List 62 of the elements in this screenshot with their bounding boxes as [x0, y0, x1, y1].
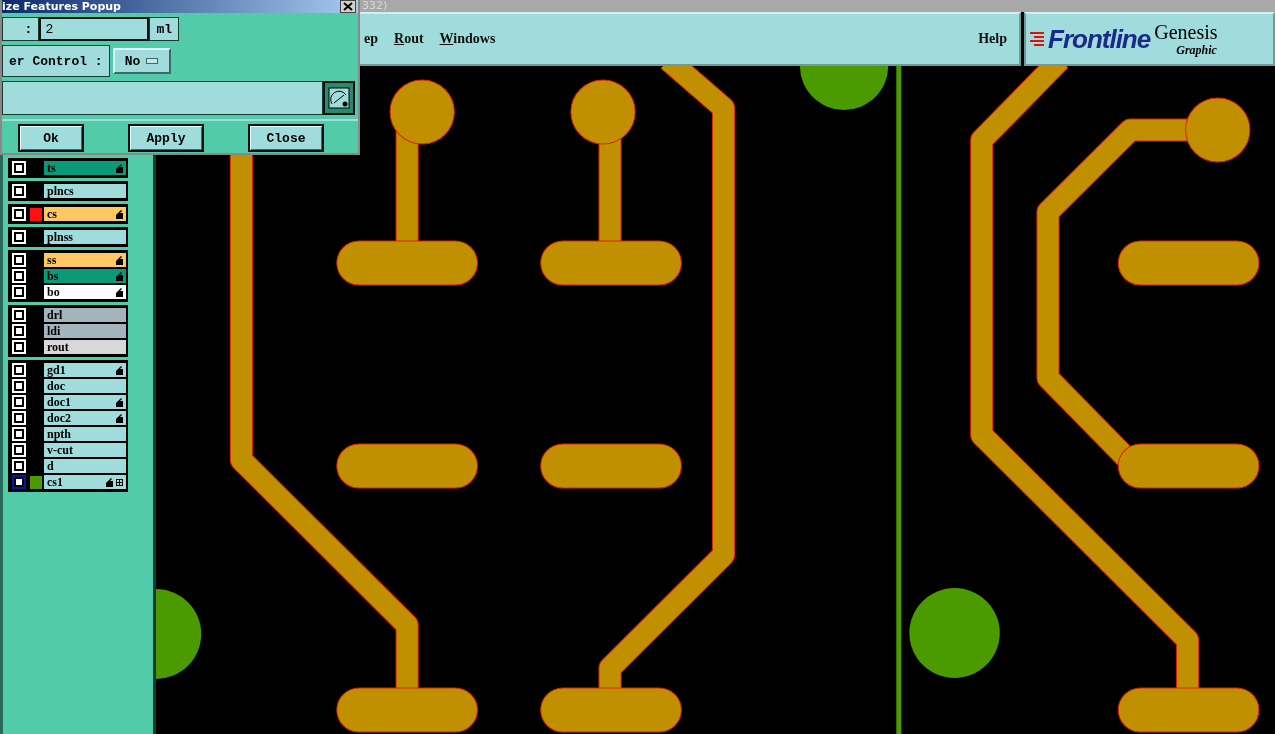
layer-name[interactable]: v-cut [44, 443, 126, 457]
product-name: Genesis [1154, 20, 1218, 43]
layer-label: cs [47, 206, 58, 222]
layer-name[interactable]: drl [44, 308, 126, 322]
layer-checkbox[interactable] [12, 475, 26, 489]
gauge-button[interactable] [323, 81, 355, 115]
pad [570, 79, 636, 145]
layer-label: bs [47, 268, 60, 284]
layer-name[interactable]: rout [44, 340, 126, 354]
layer-label: ss [47, 252, 58, 268]
menu-item[interactable]: ep [364, 31, 378, 47]
layer-name[interactable]: ts [44, 161, 126, 175]
layer-name[interactable]: cs1 [44, 475, 126, 489]
layer-name[interactable]: bo [44, 285, 126, 299]
layer-name[interactable]: ss [44, 253, 126, 267]
layer-label: gd1 [47, 362, 67, 378]
layer-label: doc1 [47, 394, 72, 410]
layer-name[interactable]: d [44, 459, 126, 473]
layer-label: rout [47, 339, 70, 355]
layer-label: ldi [47, 323, 62, 339]
field-label: : [2, 17, 40, 41]
size-input[interactable]: 2 [39, 17, 150, 41]
product-subtitle: Graphic [1176, 42, 1217, 58]
unit-label: ml [149, 17, 179, 41]
speed-lines-icon [1030, 30, 1044, 48]
layer-label: drl [47, 307, 64, 323]
menu-item[interactable]: Rout [394, 31, 424, 47]
popup-title: ize Features Popup [2, 0, 121, 13]
menu-item[interactable]: Windows [439, 31, 496, 47]
layer-label: bo [47, 284, 61, 300]
layer-label: plnss [47, 229, 75, 245]
layer-name[interactable]: doc [44, 379, 126, 393]
layer-label: plncs [47, 183, 75, 199]
option-button[interactable]: No [112, 48, 171, 74]
layer-name[interactable]: doc1 [44, 395, 126, 409]
layer-label: cs1 [47, 474, 64, 490]
layer-label: ts [47, 160, 57, 176]
pad [389, 79, 455, 145]
brand-logo: Frontline [1048, 23, 1151, 55]
layer-name[interactable]: npth [44, 427, 126, 441]
close-button[interactable] [340, 0, 356, 13]
text-field[interactable] [2, 81, 323, 115]
layer-label: v-cut [47, 442, 74, 458]
help-menu[interactable]: Help [978, 31, 1007, 47]
layer-name[interactable]: cs [44, 207, 126, 221]
layer-name[interactable]: plncs [44, 184, 126, 198]
layer-name[interactable]: doc2 [44, 411, 126, 425]
dialog-button[interactable]: Apply [128, 124, 204, 152]
layer-label: d [47, 458, 55, 474]
layer-name[interactable]: gd1 [44, 363, 126, 377]
pad [1185, 97, 1251, 163]
layer-name[interactable]: ldi [44, 324, 126, 338]
layer-label: doc2 [47, 410, 72, 426]
layer-name[interactable]: plnss [44, 230, 126, 244]
gauge-icon [328, 87, 350, 109]
layer-name[interactable]: bs [44, 269, 126, 283]
field-label: er Control : [2, 45, 110, 77]
dialog-button[interactable]: Close [248, 124, 324, 152]
close-icon [343, 2, 353, 11]
dialog-button[interactable]: Ok [18, 124, 84, 152]
layer-label: npth [47, 426, 73, 442]
layer-label: doc [47, 378, 66, 394]
